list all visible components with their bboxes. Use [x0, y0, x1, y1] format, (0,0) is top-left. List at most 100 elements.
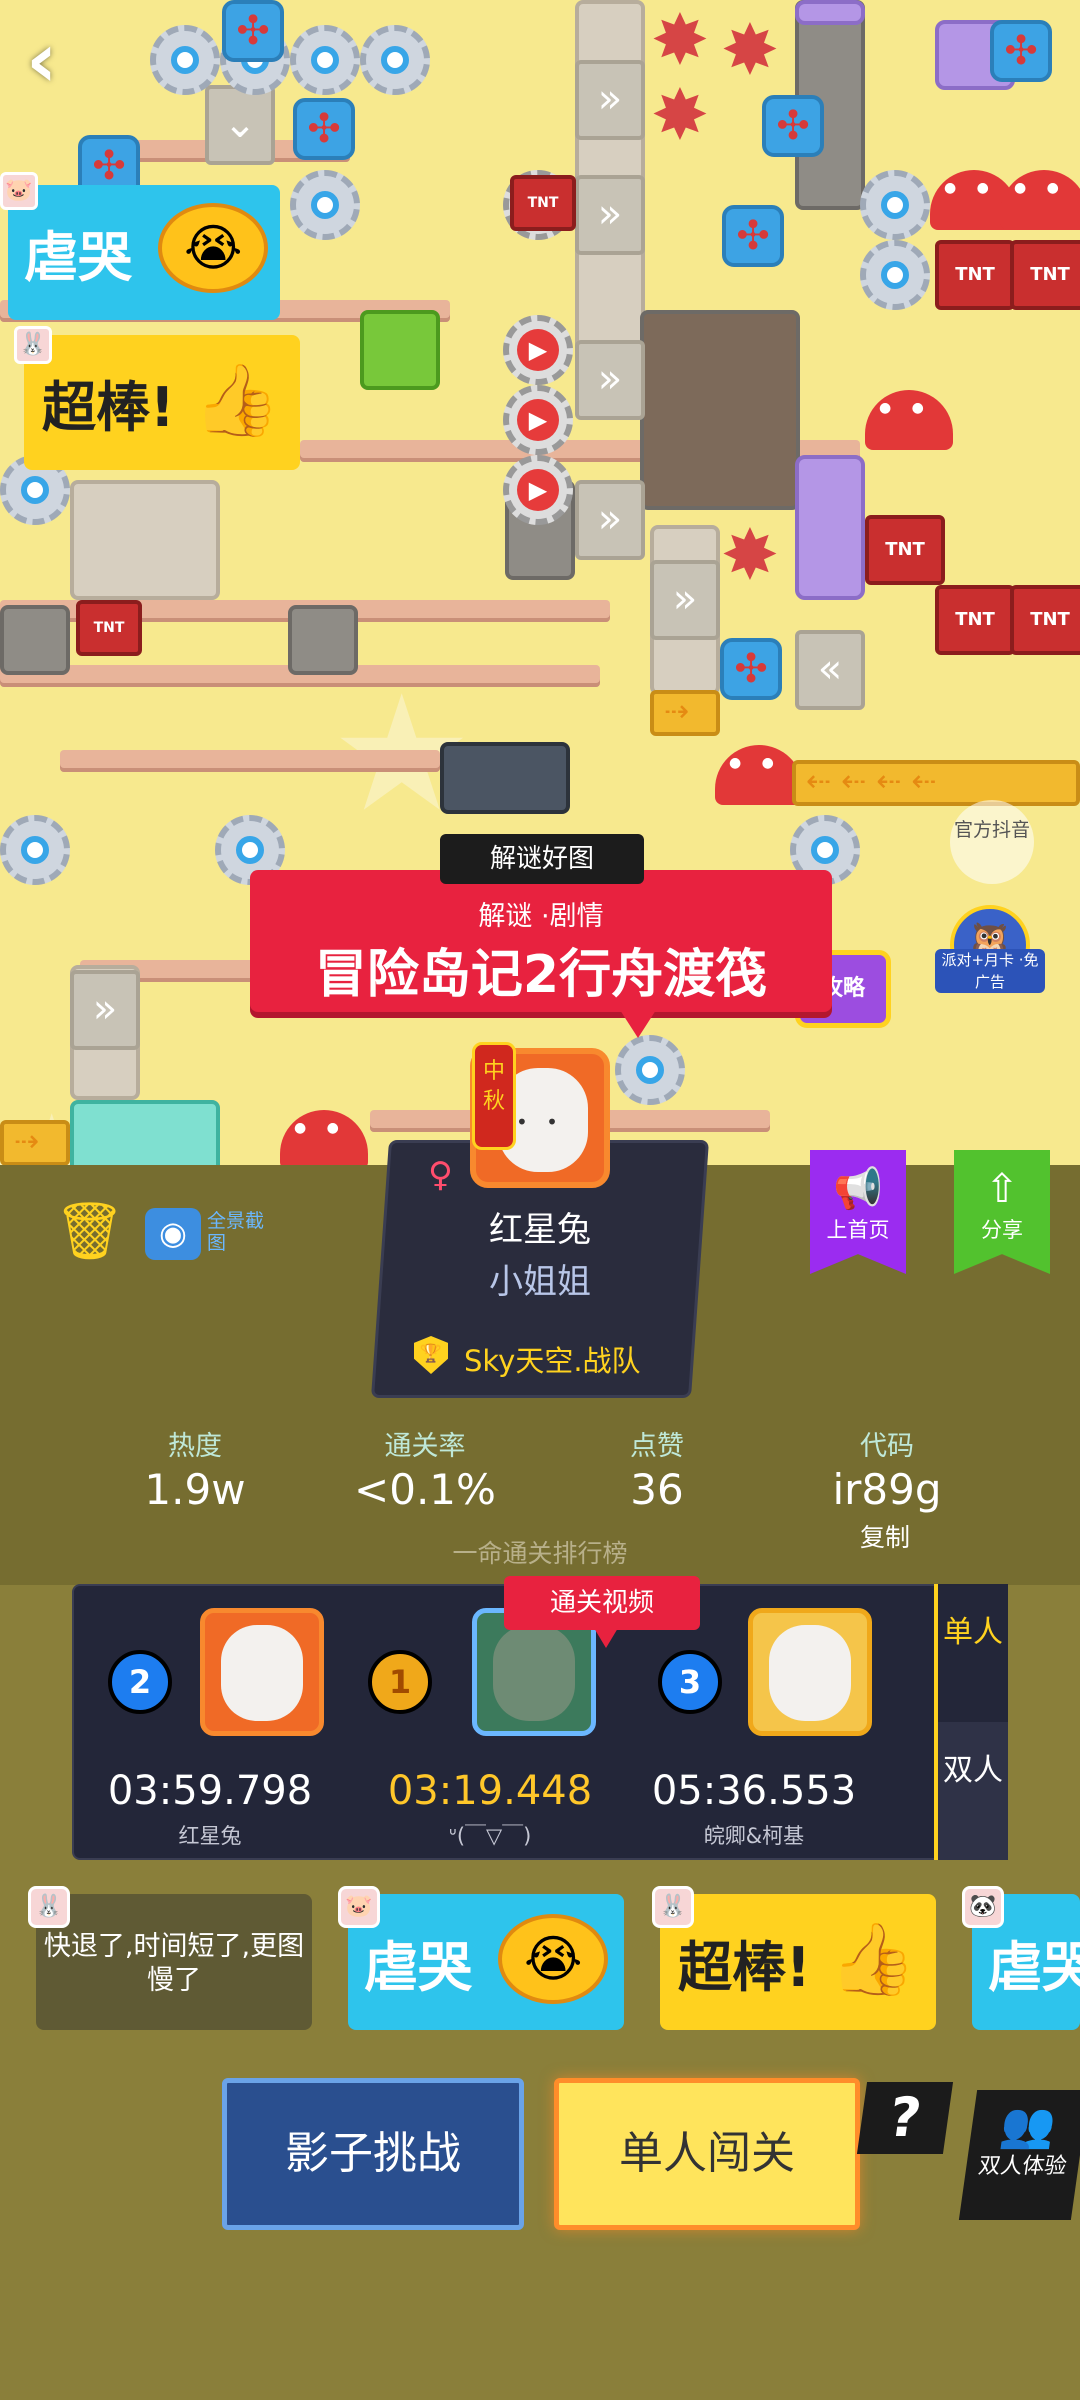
sticker-great[interactable]: 超棒! 👍 — [660, 1894, 936, 2030]
avatar: 🐼 — [962, 1886, 1004, 1928]
featured-tag: 解谜好图 — [440, 834, 644, 884]
female-icon: ♀ — [428, 1155, 453, 1195]
duo-try-button[interactable]: 👥 双人体验 — [958, 2090, 1080, 2220]
tab-double[interactable]: 双人 — [938, 1722, 1008, 1860]
stone-block — [0, 605, 70, 675]
tnt-block: TNT — [935, 585, 1015, 655]
team-name: Sky天空.战队 — [464, 1344, 641, 1378]
clear-video-tag[interactable]: 通关视频 — [504, 1576, 700, 1648]
stat-code: 代码 ir89g — [792, 1424, 982, 1514]
official-douyin-button[interactable]: 官方抖音 — [950, 800, 1034, 884]
tnt-block: TNT — [510, 175, 576, 231]
thumbs-up-icon: 👍 — [829, 1918, 917, 2000]
gear — [290, 170, 360, 240]
leaderboard-entry[interactable]: 3 05:36.553 皖卿&柯基 — [620, 1608, 880, 1848]
stat-label: 代码 — [860, 1431, 914, 1462]
spike-star: ✸ — [720, 9, 780, 91]
feature-home-label: 上首页 — [826, 1218, 890, 1242]
comment-bubble[interactable]: 快退了,时间短了,更图慢了 — [36, 1894, 312, 2030]
stat-value: 36 — [630, 1465, 684, 1514]
chevron-left-tile: « — [795, 630, 865, 710]
green-block — [360, 310, 440, 390]
avatar: 🐷 — [338, 1886, 380, 1928]
comment-text: 快退了,时间短了,更图慢了 — [43, 1931, 305, 1996]
leaderboard-mode-tabs: 单人 双人 — [934, 1584, 1008, 1860]
author-title: 小姐姐 — [489, 1262, 591, 1302]
stat-heat: 热度 1.9w — [100, 1424, 290, 1514]
chevron-right-tile: » — [575, 175, 645, 255]
sticker-cry[interactable]: 虐哭 — [8, 185, 280, 320]
rank-badge: 1 — [368, 1650, 432, 1714]
fan-block — [990, 20, 1052, 82]
remove-ads-badge[interactable]: 🦉 派对+月卡 ·免广告 — [935, 905, 1045, 1005]
teleporter-block — [440, 742, 570, 814]
avatar: 🐰 — [652, 1886, 694, 1928]
fan-block — [720, 638, 782, 700]
leaderboard-entry[interactable]: 1 03:19.448 ᐡ(￣▽￣) — [330, 1608, 596, 1848]
player-avatar — [200, 1608, 324, 1736]
stat-label: 热度 — [168, 1431, 222, 1462]
corgi-face — [769, 1625, 851, 1721]
lantern-label: 中秋 — [482, 1059, 505, 1114]
level-tags: 解谜 ·剧情 — [478, 901, 604, 932]
back-button[interactable]: ‹ — [26, 22, 96, 102]
stat-value: 1.9w — [144, 1465, 246, 1514]
conveyor-belt: ⇠⇠⇠⇠ — [792, 760, 1080, 806]
gear — [290, 25, 360, 95]
rank-player-name: 皖卿&柯基 — [703, 1824, 805, 1848]
two-people-icon: 👥 — [997, 2100, 1060, 2151]
shadow-challenge-button[interactable]: 影子挑战 — [222, 2078, 524, 2230]
rank-time: 03:59.798 — [107, 1768, 313, 1814]
bike-rider-photo — [493, 1625, 575, 1721]
camera-icon: ◉ — [145, 1208, 201, 1260]
gear — [860, 170, 930, 240]
conveyor-belt: ⇢ — [650, 690, 720, 736]
tnt-block: TNT — [935, 240, 1015, 310]
team-row[interactable]: 🏆 Sky天空.战队 — [392, 1330, 692, 1382]
share-label: 分享 — [981, 1218, 1023, 1242]
wooden-crate — [70, 480, 220, 600]
spike-star: ✸ — [650, 0, 710, 81]
chevron-right-tile: » — [575, 340, 645, 420]
gear — [0, 815, 70, 885]
trophy-shield-icon: 🏆 — [414, 1336, 448, 1374]
player-avatar — [748, 1608, 872, 1736]
play-block — [503, 315, 573, 385]
tnt-block: TNT — [76, 600, 142, 656]
thumbs-up-icon: 👍 — [193, 359, 281, 441]
spike-star: ✸ — [650, 74, 710, 156]
gear — [860, 240, 930, 310]
cyan-character-block — [70, 1100, 220, 1170]
gear — [360, 25, 430, 95]
leaderboard-entry[interactable]: 2 03:59.798 红星兔 — [70, 1608, 330, 1848]
panorama-label: 全景截图 — [207, 1210, 265, 1254]
mushroom — [280, 1110, 368, 1170]
stat-label: 点赞 — [630, 1431, 684, 1462]
solo-play-button[interactable]: 单人闯关 — [554, 2078, 860, 2230]
avatar: 🐰 — [28, 1886, 70, 1928]
gear — [615, 1035, 685, 1105]
stone-block — [288, 605, 358, 675]
duo-label: 双人体验 — [976, 2154, 1069, 2179]
mid-autumn-lantern-badge: 中秋 — [472, 1042, 516, 1150]
trash-icon[interactable]: 🗑 — [54, 1200, 125, 1264]
tab-single[interactable]: 单人 — [938, 1584, 1008, 1722]
rank-time: 05:36.553 — [651, 1768, 857, 1814]
mushroom — [865, 390, 953, 450]
purple-lego-block — [795, 455, 865, 600]
sticker-cry-label: 虐哭 — [364, 1935, 472, 1999]
sticker-great[interactable]: 超棒! 👍 — [24, 335, 300, 470]
sticker-cry[interactable]: 虐哭 — [348, 1894, 624, 2030]
stat-likes[interactable]: 点赞 36 — [562, 1424, 752, 1514]
leaderboard-title: 一命通关排行榜 — [452, 1539, 628, 1568]
help-button[interactable]: ? — [856, 2082, 954, 2154]
remove-ads-label: 派对+月卡 ·免广告 — [935, 949, 1045, 993]
plank — [60, 750, 440, 772]
mushroom — [715, 745, 803, 805]
author-name: 红星兔 — [489, 1210, 591, 1250]
panorama-screenshot-button[interactable]: ◉ 全景截图 — [145, 1208, 265, 1268]
spike-block — [640, 310, 800, 510]
level-title: 冒险岛记2行舟渡筏 — [314, 945, 768, 1005]
crying-chick-icon — [158, 203, 268, 293]
megaphone-icon: 📢 — [833, 1166, 883, 1212]
